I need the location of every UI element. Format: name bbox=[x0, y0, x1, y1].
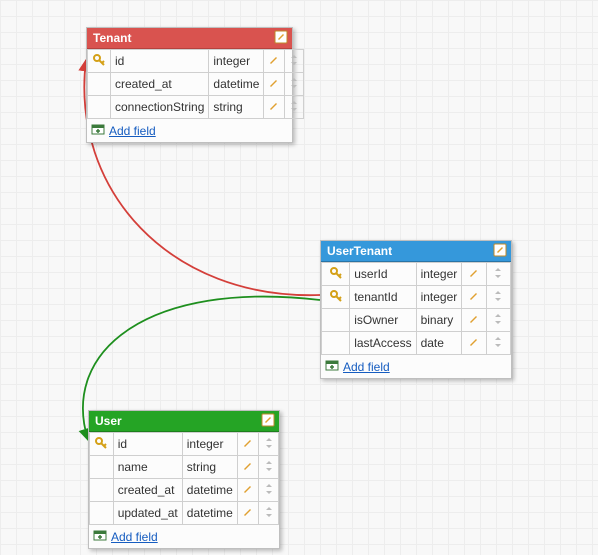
add-field-icon bbox=[325, 358, 339, 375]
add-field-row[interactable]: Add field bbox=[87, 119, 292, 142]
reorder-icon[interactable] bbox=[289, 54, 299, 69]
field-type: datetime bbox=[209, 73, 264, 96]
field-row[interactable]: tenantId integer bbox=[322, 286, 511, 309]
table-tenant[interactable]: Tenant id integer created_at datetime bbox=[86, 27, 293, 143]
edit-table-icon[interactable] bbox=[274, 30, 288, 47]
field-type: integer bbox=[416, 286, 462, 309]
reorder-icon[interactable] bbox=[289, 100, 299, 115]
field-row[interactable]: created_at datetime bbox=[88, 73, 304, 96]
reorder-icon[interactable] bbox=[264, 437, 274, 452]
add-field-link[interactable]: Add field bbox=[109, 124, 156, 138]
primary-key-icon bbox=[94, 436, 108, 453]
field-type: datetime bbox=[182, 502, 237, 525]
table-header[interactable]: User bbox=[89, 411, 279, 432]
field-row[interactable]: created_at datetime bbox=[90, 479, 279, 502]
field-name: connectionString bbox=[111, 96, 209, 119]
field-type: integer bbox=[209, 50, 264, 73]
add-field-row[interactable]: Add field bbox=[89, 525, 279, 548]
pencil-icon[interactable] bbox=[268, 54, 280, 69]
erd-canvas: Tenant id integer created_at datetime bbox=[0, 0, 598, 555]
pencil-icon[interactable] bbox=[468, 336, 480, 351]
field-type: string bbox=[209, 96, 264, 119]
field-name: isOwner bbox=[350, 309, 416, 332]
add-field-icon bbox=[93, 528, 107, 545]
edit-table-icon[interactable] bbox=[493, 243, 507, 260]
pencil-icon[interactable] bbox=[268, 77, 280, 92]
field-name: updated_at bbox=[113, 502, 182, 525]
pencil-icon[interactable] bbox=[468, 290, 480, 305]
field-row[interactable]: name string bbox=[90, 456, 279, 479]
reorder-icon[interactable] bbox=[264, 483, 274, 498]
field-row[interactable]: connectionString string bbox=[88, 96, 304, 119]
add-field-link[interactable]: Add field bbox=[111, 530, 158, 544]
reorder-icon[interactable] bbox=[493, 290, 503, 305]
table-header[interactable]: UserTenant bbox=[321, 241, 511, 262]
edit-table-icon[interactable] bbox=[261, 413, 275, 430]
pencil-icon[interactable] bbox=[242, 437, 254, 452]
field-row[interactable]: userId integer bbox=[322, 263, 511, 286]
reorder-icon[interactable] bbox=[264, 460, 274, 475]
primary-key-icon bbox=[92, 53, 106, 70]
add-field-link[interactable]: Add field bbox=[343, 360, 390, 374]
add-field-icon bbox=[91, 122, 105, 139]
table-title: User bbox=[95, 414, 261, 428]
pencil-icon[interactable] bbox=[468, 267, 480, 282]
field-row[interactable]: id integer bbox=[90, 433, 279, 456]
pencil-icon[interactable] bbox=[242, 506, 254, 521]
table-body: userId integer tenantId integer isOwner … bbox=[321, 262, 511, 378]
field-name: tenantId bbox=[350, 286, 416, 309]
table-body: id integer name string created_at dateti… bbox=[89, 432, 279, 548]
pencil-icon[interactable] bbox=[268, 100, 280, 115]
field-row[interactable]: id integer bbox=[88, 50, 304, 73]
field-name: lastAccess bbox=[350, 332, 416, 355]
table-body: id integer created_at datetime connectio… bbox=[87, 49, 292, 142]
reorder-icon[interactable] bbox=[493, 267, 503, 282]
reorder-icon[interactable] bbox=[264, 506, 274, 521]
field-type: datetime bbox=[182, 479, 237, 502]
pencil-icon[interactable] bbox=[242, 460, 254, 475]
table-title: Tenant bbox=[93, 31, 274, 45]
add-field-row[interactable]: Add field bbox=[321, 355, 511, 378]
primary-key-icon bbox=[329, 266, 343, 283]
field-type: binary bbox=[416, 309, 462, 332]
primary-key-icon bbox=[329, 289, 343, 306]
field-name: created_at bbox=[111, 73, 209, 96]
field-row[interactable]: isOwner binary bbox=[322, 309, 511, 332]
pencil-icon[interactable] bbox=[242, 483, 254, 498]
reorder-icon[interactable] bbox=[289, 77, 299, 92]
reorder-icon[interactable] bbox=[493, 336, 503, 351]
table-header[interactable]: Tenant bbox=[87, 28, 292, 49]
table-usertenant[interactable]: UserTenant userId integer tenantId integ… bbox=[320, 240, 512, 379]
reorder-icon[interactable] bbox=[493, 313, 503, 328]
field-name: id bbox=[113, 433, 182, 456]
field-name: created_at bbox=[113, 479, 182, 502]
field-type: string bbox=[182, 456, 237, 479]
field-type: integer bbox=[416, 263, 462, 286]
field-name: userId bbox=[350, 263, 416, 286]
table-title: UserTenant bbox=[327, 244, 493, 258]
field-row[interactable]: updated_at datetime bbox=[90, 502, 279, 525]
table-user[interactable]: User id integer name string bbox=[88, 410, 280, 549]
field-type: integer bbox=[182, 433, 237, 456]
field-name: id bbox=[111, 50, 209, 73]
field-row[interactable]: lastAccess date bbox=[322, 332, 511, 355]
field-type: date bbox=[416, 332, 462, 355]
pencil-icon[interactable] bbox=[468, 313, 480, 328]
field-name: name bbox=[113, 456, 182, 479]
